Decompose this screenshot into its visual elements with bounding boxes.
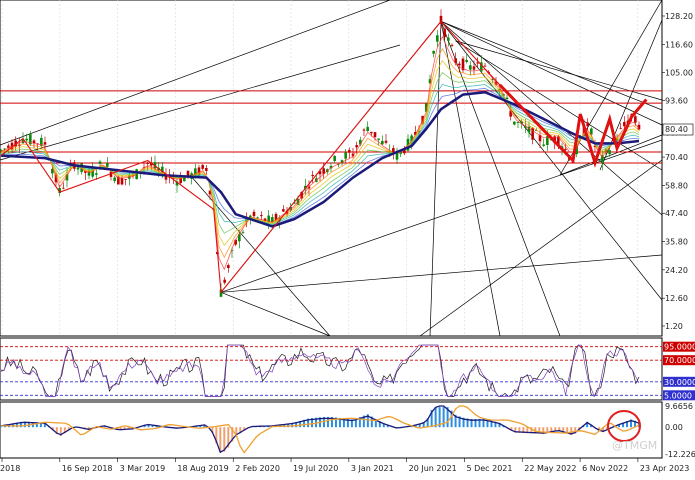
date-tick-label: 19 Jul 2020 <box>293 464 338 473</box>
date-tick-label: 2 Feb 2020 <box>235 464 280 473</box>
candle-body <box>381 140 384 145</box>
candle-body <box>25 138 28 141</box>
candle-body <box>333 155 336 161</box>
price-tick-label: 105.00 <box>665 69 693 78</box>
candle-body <box>370 131 373 134</box>
candle-body <box>465 60 468 62</box>
candle-body <box>348 150 351 153</box>
price-tick-label: 58.80 <box>665 181 688 190</box>
candle-body <box>311 174 314 177</box>
candle-body <box>252 211 256 217</box>
price-tick-label: 12.60 <box>665 294 688 303</box>
date-tick-label: 3 Mar 2019 <box>120 464 166 473</box>
date-axis: 2018 16 Sep 2018 3 Mar 2019 18 Aug 2019 2 Fe… <box>0 458 689 473</box>
candle-body <box>472 66 476 70</box>
date-tick-label: 23 Apr 2023 <box>640 464 689 473</box>
oscillator-panel <box>0 337 663 401</box>
candle-body <box>227 265 230 269</box>
candle-body <box>362 129 366 131</box>
date-tick-label: 6 Nov 2022 <box>582 464 628 473</box>
candle-body <box>623 121 626 127</box>
candle-body <box>634 116 637 123</box>
price-tick-label: 24.20 <box>665 266 688 275</box>
candle-body <box>377 138 380 140</box>
candle-body <box>113 177 116 182</box>
candle-body <box>483 65 487 67</box>
macd-axis: 9.6656 0.00 -12.226 <box>665 402 695 459</box>
watermark: @TMGM <box>612 439 657 452</box>
candle-body <box>505 97 509 99</box>
candle-body <box>564 148 567 150</box>
candle-body <box>62 187 65 189</box>
price-tick-label: 47.40 <box>665 209 688 218</box>
candle-body <box>32 140 36 144</box>
date-tick-label: 2018 <box>0 464 20 473</box>
candle-body <box>469 65 472 70</box>
macd-tick-label: 9.6656 <box>665 402 693 411</box>
macd-bar <box>434 407 437 428</box>
candle-body <box>260 215 263 217</box>
candle-body <box>43 142 47 145</box>
candle-body <box>205 168 208 171</box>
date-tick-label: 5 Dec 2021 <box>466 464 512 473</box>
candle-body <box>619 127 622 129</box>
candle-body <box>450 44 454 46</box>
date-tick-label: 18 Aug 2019 <box>177 464 228 473</box>
macd-tick-label: -12.226 <box>665 450 695 459</box>
macd-tick-label: 0.00 <box>665 423 683 432</box>
candle-body <box>98 161 102 165</box>
price-tick-label: 1.20 <box>665 322 683 331</box>
oscillator-level-label: 95.0000 <box>664 343 695 352</box>
candle-body <box>608 150 611 155</box>
oscillator-level-label: 5.0000 <box>664 391 692 400</box>
candle-body <box>344 152 347 159</box>
candle-body <box>124 179 127 180</box>
candle-body <box>542 144 545 146</box>
date-tick-label: 20 Jun 2021 <box>409 464 457 473</box>
candle-body <box>223 279 226 283</box>
price-tick-label: 116.60 <box>665 40 693 49</box>
candle-body <box>436 35 439 42</box>
date-tick-label: 22 May 2022 <box>524 464 576 473</box>
candle-body <box>146 162 149 164</box>
last-price-label: 80.40 <box>665 125 688 134</box>
candle-body <box>76 167 80 170</box>
candle-body <box>443 28 446 38</box>
price-tick-label: 70.40 <box>665 153 688 162</box>
candle-body <box>373 132 377 138</box>
chart-canvas: 128.20 116.60 105.00 93.60 80.40 70.40 58.80 47… <box>0 0 695 473</box>
candle-body <box>447 37 450 41</box>
candle-body <box>120 177 124 185</box>
candle-body <box>282 209 285 212</box>
candle-body <box>458 63 461 66</box>
macd-bar <box>219 427 222 452</box>
candle-body <box>355 145 358 148</box>
candle-body <box>95 173 98 175</box>
price-axis: 128.20 116.60 105.00 93.60 80.40 70.40 58.80 47… <box>662 12 693 331</box>
candle-body <box>586 122 589 127</box>
candle-body <box>513 121 516 125</box>
candle-body <box>106 163 109 167</box>
oscillator-level-label: 70.0000 <box>664 356 695 365</box>
oscillator-level-label: 30.0000 <box>664 378 695 387</box>
price-tick-label: 128.20 <box>665 12 693 21</box>
price-tick-label: 35.80 <box>665 238 688 247</box>
candle-body <box>201 164 204 169</box>
price-tick-label: 93.60 <box>665 96 688 105</box>
candle-body <box>241 231 245 233</box>
candle-body <box>384 140 388 143</box>
date-tick-label: 16 Sep 2018 <box>62 464 113 473</box>
candle-body <box>366 126 369 132</box>
date-tick-label: 3 Jan 2021 <box>351 464 394 473</box>
candle-body <box>531 127 534 140</box>
candle-body <box>432 50 435 54</box>
